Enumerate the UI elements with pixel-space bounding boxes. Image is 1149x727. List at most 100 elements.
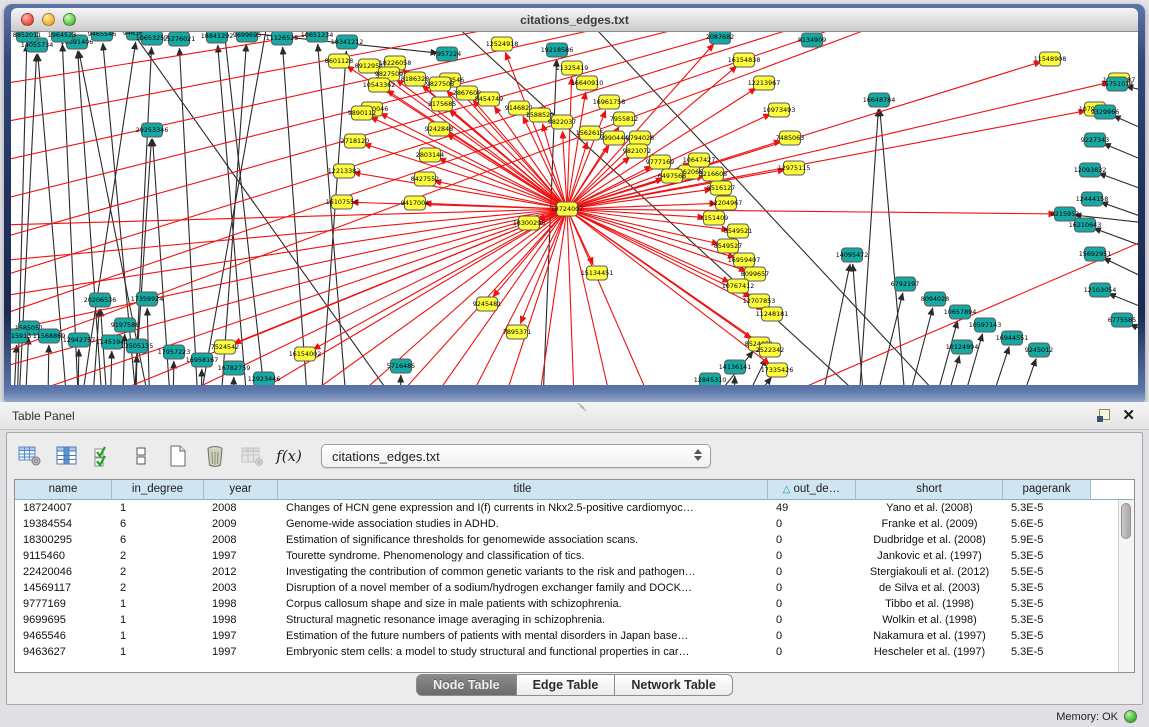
- graph-node[interactable]: 9777169: [646, 155, 674, 169]
- graph-node[interactable]: 3216608: [699, 167, 727, 181]
- table-row[interactable]: 977716911998Corpus callosum shape and si…: [15, 596, 1134, 612]
- table-row[interactable]: 1456911722003Disruption of a novel membe…: [15, 580, 1134, 596]
- graph-node[interactable]: 18341212: [331, 35, 364, 49]
- column-header-year[interactable]: year: [204, 480, 278, 500]
- graph-node[interactable]: 9794028: [626, 131, 654, 145]
- scrollbar-thumb[interactable]: [1121, 503, 1131, 539]
- graph-node[interactable]: 16959407: [728, 253, 761, 267]
- graph-node[interactable]: 18841292: [201, 32, 234, 43]
- graph-node[interactable]: 12524918: [486, 37, 519, 51]
- tab-edge-table[interactable]: Edge Table: [517, 674, 616, 696]
- graph-node[interactable]: 8852011: [13, 32, 41, 42]
- table-row[interactable]: 1830029562008Estimation of significance …: [15, 532, 1134, 548]
- column-header-pagerank[interactable]: pagerank: [1003, 480, 1091, 500]
- graph-node[interactable]: 16958167: [186, 353, 219, 367]
- import-table-button[interactable]: [237, 441, 267, 471]
- graph-node[interactable]: 7957224: [433, 47, 461, 61]
- graph-node[interactable]: 16961758: [593, 95, 626, 109]
- graph-node[interactable]: 10651234: [301, 32, 334, 42]
- graph-node[interactable]: 19218586: [541, 43, 574, 57]
- graph-node[interactable]: 9890112: [348, 106, 376, 120]
- column-header-title[interactable]: title: [278, 480, 768, 500]
- graph-node[interactable]: 6775585: [1108, 313, 1136, 327]
- graph-node[interactable]: 8516127: [707, 181, 735, 195]
- graph-node[interactable]: 3175685: [428, 97, 456, 111]
- graph-node[interactable]: 16154002: [289, 347, 322, 361]
- select-columns-button[interactable]: [52, 441, 82, 471]
- graph-node[interactable]: 12093832: [1074, 163, 1107, 177]
- select-all-button[interactable]: [89, 441, 119, 471]
- graph-node[interactable]: 9699695: [233, 32, 261, 42]
- table-selector-dropdown[interactable]: citations_edges.txt: [321, 444, 711, 468]
- graph-node[interactable]: 12975115: [778, 161, 811, 175]
- graph-node[interactable]: 15134451: [581, 266, 614, 280]
- graph-node[interactable]: 9197588: [111, 318, 139, 332]
- graph-node[interactable]: 16154838: [728, 53, 761, 67]
- graph-node[interactable]: 8094028: [921, 292, 949, 306]
- splitter-handle[interactable]: [575, 405, 589, 411]
- graph-node[interactable]: 12923446: [248, 372, 281, 385]
- graph-node[interactable]: 14095472: [836, 248, 869, 262]
- graph-node[interactable]: 12845310: [694, 373, 727, 385]
- graph-node[interactable]: 14136141: [719, 360, 752, 374]
- graph-node[interactable]: 12213967: [748, 76, 781, 90]
- network-canvas[interactable]: 1872400718300295860112889129541822605898…: [11, 32, 1138, 385]
- graph-node[interactable]: 10124994: [946, 340, 979, 354]
- graph-node[interactable]: 11548908: [1034, 52, 1067, 66]
- table-row[interactable]: 2242004622012Investigating the contribut…: [15, 564, 1134, 580]
- new-table-button[interactable]: [163, 441, 193, 471]
- table-row[interactable]: 1938455462009Genome-wide association stu…: [15, 516, 1134, 532]
- graph-node[interactable]: 10657894: [944, 305, 977, 319]
- graph-node[interactable]: 9827508: [426, 77, 454, 91]
- graph-node[interactable]: 8549527: [714, 239, 742, 253]
- rows-button[interactable]: [126, 441, 156, 471]
- graph-node[interactable]: 20206536: [84, 293, 117, 307]
- float-panel-icon[interactable]: [1097, 409, 1110, 422]
- graph-node[interactable]: 9821072: [623, 144, 651, 158]
- graph-node[interactable]: 9245012: [1025, 343, 1053, 357]
- close-window-button[interactable]: [21, 13, 34, 26]
- graph-node[interactable]: 7485063: [776, 131, 804, 145]
- table-row[interactable]: 946362711997Embryonic stem cells: a mode…: [15, 644, 1134, 660]
- graph-node[interactable]: 2803144: [416, 148, 444, 162]
- graph-node[interactable]: 8134909: [798, 33, 826, 47]
- graph-node[interactable]: 1151409: [700, 211, 728, 225]
- zoom-window-button[interactable]: [63, 13, 76, 26]
- graph-node[interactable]: 6792197: [891, 277, 919, 291]
- graph-node[interactable]: 7524542: [211, 340, 239, 354]
- graph-node[interactable]: 11248181: [756, 307, 789, 321]
- graph-node[interactable]: 9242848: [425, 122, 453, 136]
- graph-node[interactable]: 12444158: [1076, 192, 1109, 206]
- close-panel-icon[interactable]: ✕: [1122, 409, 1135, 422]
- graph-node[interactable]: 7955812: [610, 112, 638, 126]
- graph-node[interactable]: 1964523: [48, 32, 76, 42]
- graph-node[interactable]: 12204967: [710, 196, 743, 210]
- graph-node[interactable]: 2718120: [341, 134, 369, 148]
- graph-node[interactable]: 7895371: [503, 325, 531, 339]
- graph-node[interactable]: 9245481: [473, 297, 501, 311]
- graph-node[interactable]: 12213382: [328, 164, 361, 178]
- graph-node[interactable]: 9329966: [1091, 105, 1119, 119]
- graph-node[interactable]: 2087682: [706, 32, 734, 44]
- graph-node[interactable]: 11126525: [266, 32, 299, 45]
- graph-node[interactable]: 9822037: [548, 115, 576, 129]
- table-scrollbar[interactable]: [1118, 500, 1134, 672]
- minimize-window-button[interactable]: [42, 13, 55, 26]
- tab-node-table[interactable]: Node Table: [416, 674, 516, 696]
- graph-node[interactable]: 17335426: [761, 363, 794, 377]
- graph-node[interactable]: 8601128: [325, 54, 353, 68]
- graph-node[interactable]: 10597143: [969, 318, 1002, 332]
- graph-node[interactable]: 9990444: [600, 131, 628, 145]
- graph-node[interactable]: 16944551: [996, 331, 1029, 345]
- delete-table-button[interactable]: [200, 441, 230, 471]
- graph-node[interactable]: 9417004: [401, 196, 429, 210]
- tab-network-table[interactable]: Network Table: [615, 674, 733, 696]
- graph-node[interactable]: 16648784: [863, 93, 896, 107]
- graph-node[interactable]: 16640910: [571, 76, 604, 90]
- graph-node[interactable]: 9465546: [88, 32, 116, 41]
- graph-node[interactable]: 2522342: [756, 343, 784, 357]
- table-row[interactable]: 911546021997Tourette syndrome. Phenomeno…: [15, 548, 1134, 564]
- graph-node[interactable]: 9227343: [1081, 133, 1109, 147]
- graph-node[interactable]: 5716485: [387, 359, 415, 373]
- graph-node[interactable]: 8427552: [411, 172, 439, 186]
